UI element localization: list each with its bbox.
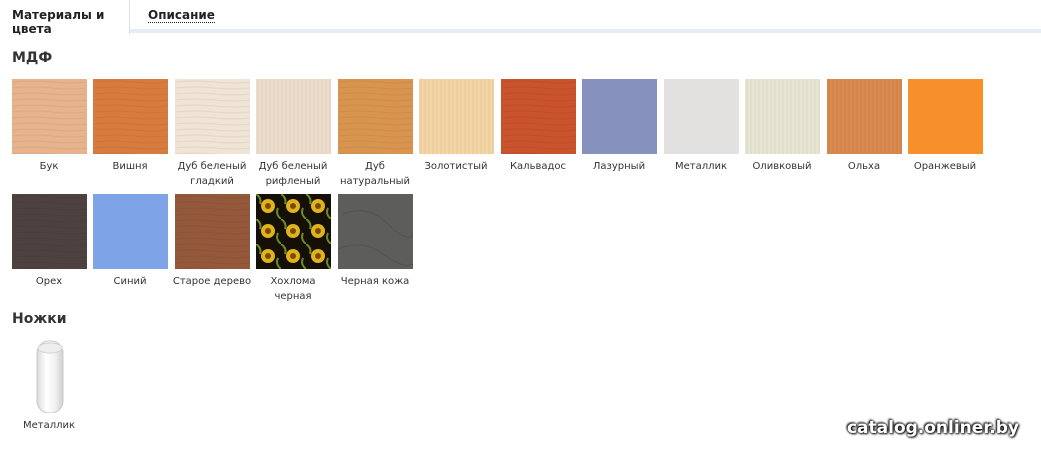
leg-item-metallik[interactable]: Металлик xyxy=(8,338,90,433)
swatch-olivkovyi xyxy=(744,79,820,154)
swatch-item-dub-belenyi-riflenyi[interactable]: Дуб беленый рифленый xyxy=(252,79,334,189)
swatch-item-olivkovyi[interactable]: Оливковый xyxy=(741,79,823,174)
swatch-label: Ольха xyxy=(847,161,881,172)
swatch-sinii xyxy=(92,194,168,269)
swatch-lazurnyi xyxy=(581,79,657,154)
swatch-item-staroe-derevo[interactable]: Старое дерево xyxy=(171,194,253,289)
swatch-staroe-derevo xyxy=(174,194,250,269)
swatch-label: Дуб беленый рифленый xyxy=(258,161,328,187)
swatch-label: Лазурный xyxy=(592,161,646,172)
leg-cylinder-image xyxy=(36,340,63,413)
swatch-label: Металлик xyxy=(22,420,76,431)
swatch-item-vishnya[interactable]: Вишня xyxy=(89,79,171,174)
swatch-label: Оливковый xyxy=(752,161,812,172)
swatch-item-lazurnyi[interactable]: Лазурный xyxy=(578,79,660,174)
swatch-label: Дуб натуральный xyxy=(339,161,411,187)
swatch-label: Синий xyxy=(113,276,147,287)
swatch-zolotistyi xyxy=(418,79,494,154)
swatch-buk xyxy=(11,79,87,154)
section-title-mdf: МДФ xyxy=(12,50,53,66)
swatch-label: Металлик xyxy=(674,161,728,172)
swatch-item-buk[interactable]: Бук xyxy=(8,79,90,174)
swatch-kalvados xyxy=(500,79,576,154)
swatch-label: Вишня xyxy=(112,161,148,172)
swatch-khokhloma-chernaya xyxy=(255,194,331,269)
swatch-item-oranzhevyi[interactable]: Оранжевый xyxy=(904,79,986,174)
swatch-label: Бук xyxy=(39,161,59,172)
swatch-oranzhevyi xyxy=(907,79,983,154)
swatch-item-kalvados[interactable]: Кальвадос xyxy=(497,79,579,174)
swatch-label: Дуб беленый гладкий xyxy=(177,161,247,187)
tab-description-label: Описание xyxy=(148,8,215,23)
swatch-item-orekh[interactable]: Орех xyxy=(8,194,90,289)
swatch-item-sinii[interactable]: Синий xyxy=(89,194,171,289)
swatch-item-olkha[interactable]: Ольха xyxy=(823,79,905,174)
swatch-olkha xyxy=(826,79,902,154)
swatch-label: Оранжевый xyxy=(913,161,977,172)
tab-bar-underline xyxy=(130,29,1041,33)
swatch-item-dub-naturalnyi[interactable]: Дуб натуральный xyxy=(334,79,416,189)
swatch-item-dub-belenyi-gladkii[interactable]: Дуб беленый гладкий xyxy=(171,79,253,189)
swatch-dub-belenyi-gladkii xyxy=(174,79,250,154)
tab-materials-colors[interactable]: Материалы и цвета xyxy=(0,0,130,36)
swatch-item-zolotistyi[interactable]: Золотистый xyxy=(415,79,497,174)
tab-description[interactable]: Описание xyxy=(148,8,215,23)
swatch-label: Золотистый xyxy=(424,161,488,172)
swatch-label: Кальвадос xyxy=(509,161,567,172)
swatch-dub-belenyi-riflenyi xyxy=(255,79,331,154)
section-title-legs: Ножки xyxy=(12,311,67,327)
swatch-label: Черная кожа xyxy=(340,276,410,287)
tab-bar: Материалы и цвета Описание xyxy=(0,0,1041,36)
swatch-item-chernaya-kozha[interactable]: Черная кожа xyxy=(334,194,416,289)
watermark: catalog.onliner.by xyxy=(846,418,1019,438)
swatch-label: Орех xyxy=(35,276,63,287)
swatch-metallik xyxy=(663,79,739,154)
swatch-label: Хохлома черная xyxy=(270,276,316,302)
swatch-item-khokhloma-chernaya[interactable]: Хохлома черная xyxy=(252,194,334,304)
swatch-dub-naturalnyi xyxy=(337,79,413,154)
swatch-vishnya xyxy=(92,79,168,154)
swatch-chernaya-kozha xyxy=(337,194,413,269)
swatch-orekh xyxy=(11,194,87,269)
swatch-item-metallik[interactable]: Металлик xyxy=(660,79,742,174)
swatch-label: Старое дерево xyxy=(172,276,252,287)
